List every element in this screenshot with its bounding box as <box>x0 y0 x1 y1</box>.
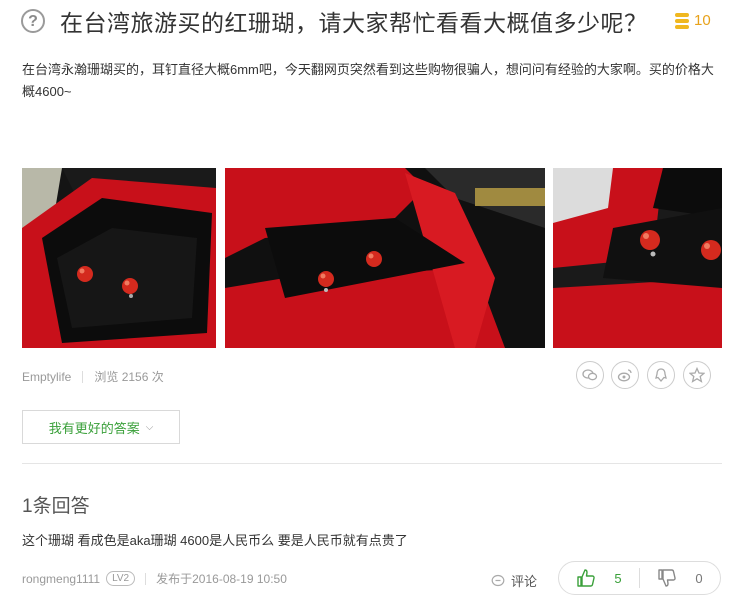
wechat-icon <box>582 369 598 381</box>
answer-meta: rongmeng1111 LV2 发布于2016-08-19 10:50 <box>22 570 287 587</box>
better-answer-button[interactable]: 我有更好的答案 ⌵ <box>22 410 180 444</box>
answer-text: 这个珊瑚 看成色是aka珊瑚 4600是人民币么 要是人民币就有点贵了 <box>22 533 408 548</box>
meta-separator <box>82 370 84 383</box>
thumbs-down-icon <box>658 569 677 587</box>
question-title: 在台湾旅游买的红珊瑚，请大家帮忙看看大概值多少呢？ <box>60 10 648 36</box>
section-divider <box>22 463 722 464</box>
question-description: 在台湾永瀚珊瑚买的，耳钉直径大概6mm吧，今天翻网页突然看到这些购物很骗人，想问… <box>22 62 714 99</box>
share-weibo-button[interactable] <box>611 361 639 389</box>
answer-count: 1条回答 <box>22 496 90 517</box>
question-photo-3[interactable] <box>553 168 722 348</box>
reward-amount: 10 <box>694 12 711 29</box>
question-photo-1[interactable] <box>22 168 216 348</box>
weibo-icon <box>617 369 632 382</box>
downvote-button[interactable]: 0 <box>640 568 720 588</box>
vote-control: 5 0 <box>558 561 721 595</box>
share-wechat-button[interactable] <box>576 361 604 389</box>
share-qq-button[interactable] <box>647 361 675 389</box>
qq-icon <box>655 368 667 382</box>
publish-time: 发布于2016-08-19 10:50 <box>156 572 287 586</box>
comment-label: 评论 <box>511 574 538 589</box>
answer-user-link[interactable]: rongmeng1111 <box>22 572 100 586</box>
comment-icon <box>491 574 505 586</box>
question-photo-2[interactable] <box>225 168 545 348</box>
comment-button[interactable]: 评论 <box>491 571 537 590</box>
favorite-button[interactable] <box>683 361 711 389</box>
star-icon <box>689 367 705 383</box>
user-level-badge: LV2 <box>106 571 136 586</box>
author-link[interactable]: Emptylife <box>22 370 71 384</box>
meta-separator <box>145 572 147 585</box>
upvote-count: 5 <box>614 570 622 586</box>
better-answer-label: 我有更好的答案 <box>48 420 140 436</box>
chevron-down-icon: ⌵ <box>145 421 154 433</box>
downvote-count: 0 <box>695 570 703 586</box>
reward-badge: 10 <box>675 12 711 29</box>
coin-stack-icon <box>675 12 689 29</box>
question-meta: Emptylife 浏览 2156 次 <box>22 368 164 385</box>
question-icon: ? <box>21 9 45 33</box>
view-count: 浏览 2156 次 <box>94 370 164 384</box>
thumbs-up-icon <box>577 569 596 587</box>
upvote-button[interactable]: 5 <box>559 568 639 588</box>
